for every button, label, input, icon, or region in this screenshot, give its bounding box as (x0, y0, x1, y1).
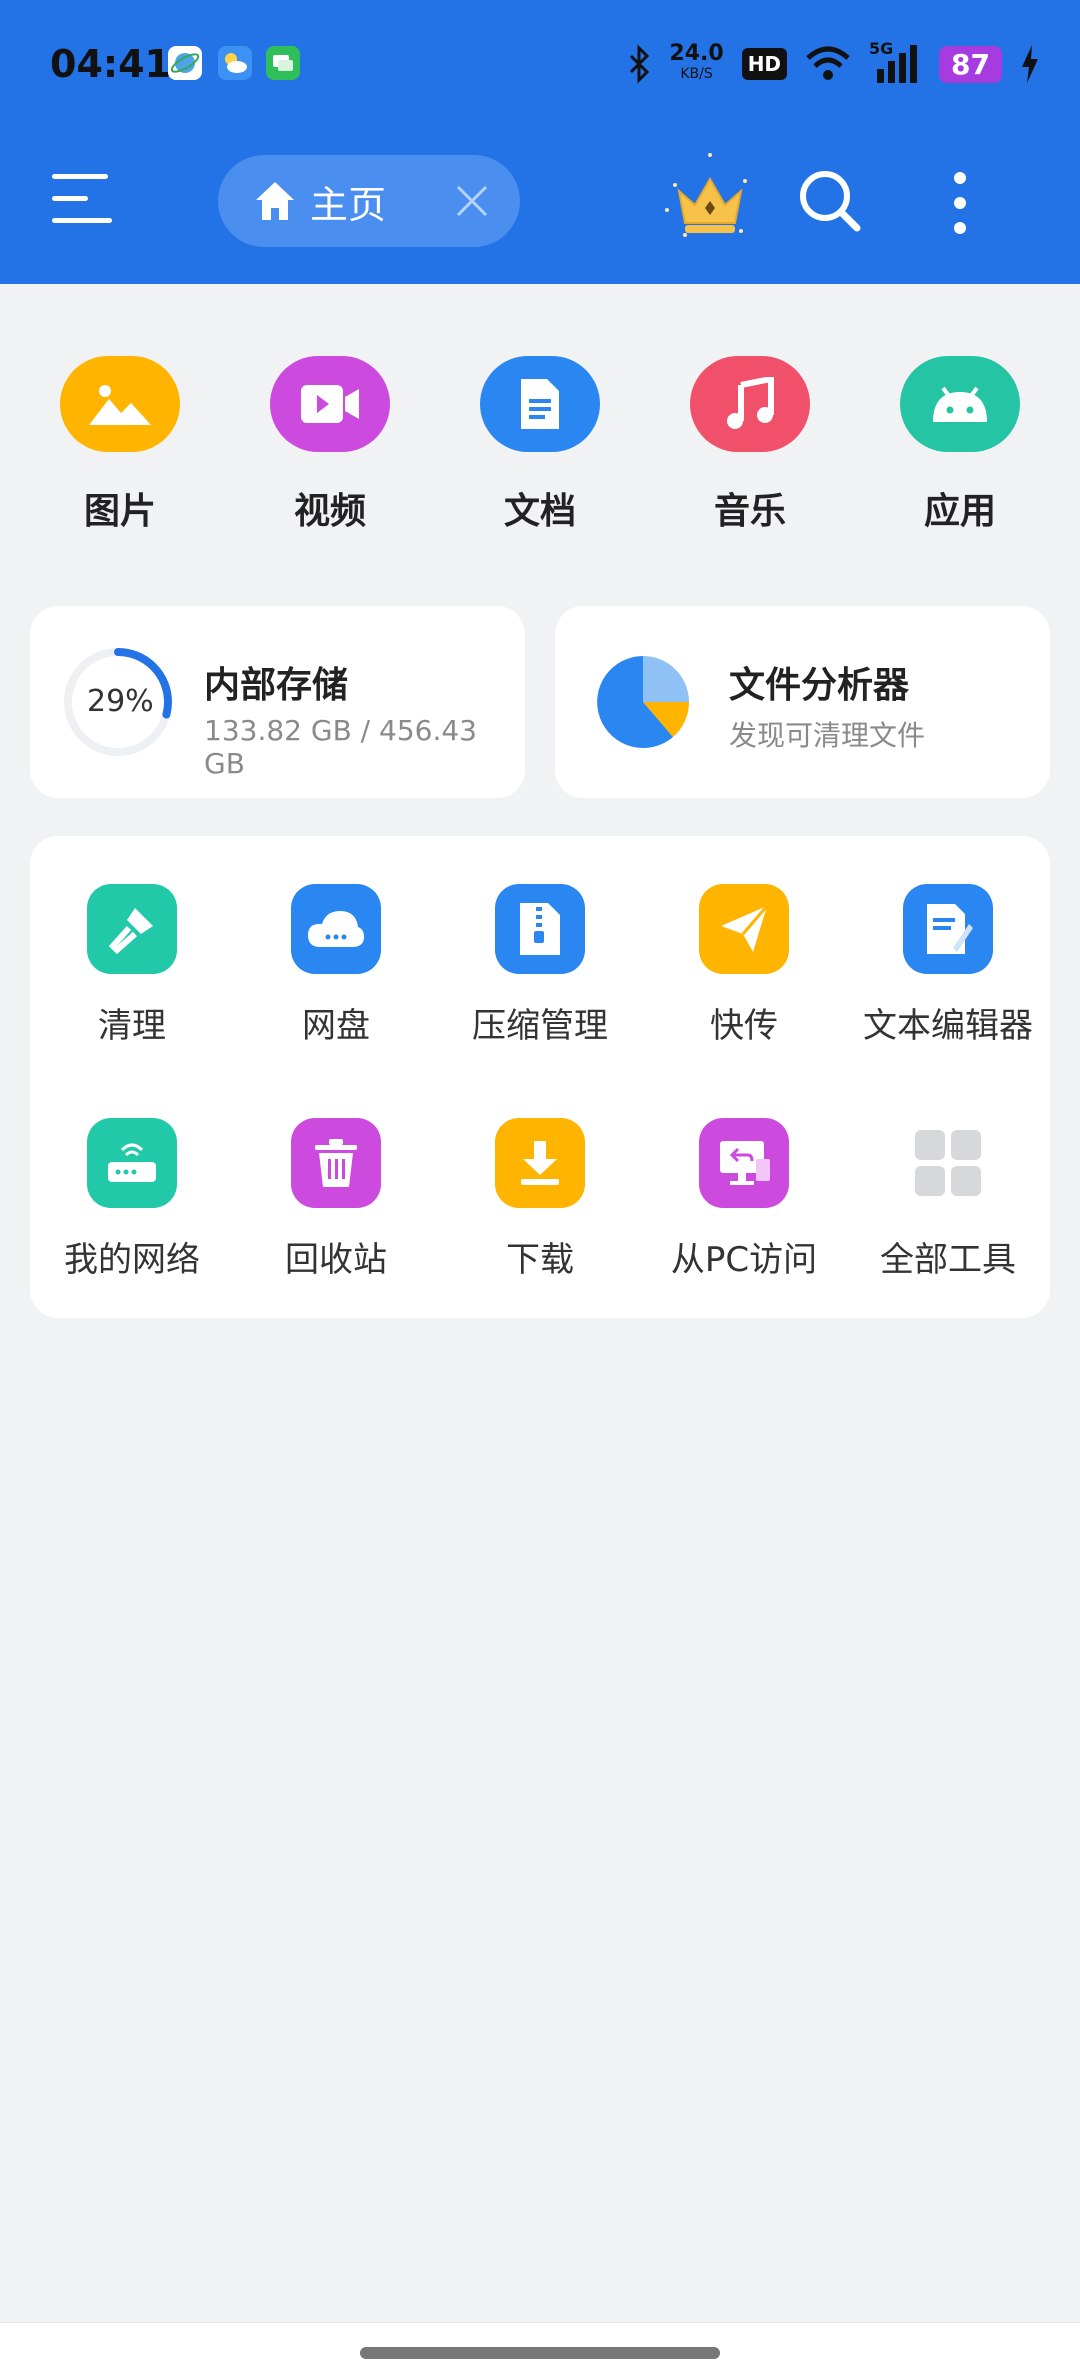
tool-label: 下载 (506, 1240, 574, 1280)
tool-label: 我的网络 (64, 1240, 200, 1280)
tab-home[interactable]: 主页 (218, 155, 520, 247)
bluetooth-icon (630, 44, 650, 84)
category-images[interactable]: 图片 (40, 356, 200, 534)
category-videos[interactable]: 视频 (250, 356, 410, 534)
crown-icon[interactable] (655, 145, 765, 255)
cellular-signal: 5G (869, 39, 921, 85)
charging-icon (1022, 45, 1038, 83)
zip-file-icon (495, 884, 585, 974)
tool-access-from-pc[interactable]: 从PC访问 (642, 1118, 846, 1281)
tool-clean[interactable]: 清理 (30, 884, 234, 1047)
cloud-drive-icon (291, 884, 381, 974)
internal-storage-card[interactable]: 29% 内部存储 133.82 GB / 456.43 GB (30, 606, 525, 798)
category-documents[interactable]: 文档 (460, 356, 620, 534)
browser-notification-icon (168, 46, 202, 80)
storage-usage: 133.82 GB / 456.43 GB (204, 714, 477, 780)
tool-label: 全部工具 (880, 1240, 1016, 1280)
tool-downloads[interactable]: 下载 (438, 1118, 642, 1281)
tab-home-label: 主页 (310, 182, 387, 227)
battery-level: 87 (939, 45, 1002, 83)
analyzer-subtitle: 发现可清理文件 (729, 719, 926, 752)
tool-quick-transfer[interactable]: 快传 (642, 884, 846, 1047)
paper-plane-icon (699, 884, 789, 974)
tool-label: 清理 (98, 1006, 166, 1046)
gesture-nav-bar (0, 2322, 1080, 2377)
category-apps[interactable]: 应用 (880, 356, 1040, 534)
analyzer-title: 文件分析器 (729, 665, 910, 706)
category-label: 音乐 (713, 491, 786, 532)
tool-label: 文本编辑器 (863, 1006, 1033, 1046)
video-icon (270, 356, 390, 452)
category-label: 图片 (83, 491, 156, 532)
document-icon (480, 356, 600, 452)
tool-text-editor[interactable]: 文本编辑器 (846, 884, 1050, 1047)
more-vertical-icon[interactable] (945, 168, 975, 238)
home-icon (256, 182, 294, 220)
pie-chart-icon (597, 656, 690, 748)
tool-all-tools[interactable]: 全部工具 (846, 1118, 1050, 1281)
tool-label: 网盘 (302, 1006, 370, 1046)
storage-title: 内部存储 (204, 665, 349, 706)
broom-icon (87, 884, 177, 974)
category-label: 视频 (293, 491, 366, 532)
hamburger-menu-icon[interactable] (52, 174, 112, 226)
file-analyzer-card[interactable]: 文件分析器 发现可清理文件 (555, 606, 1050, 798)
tool-label: 回收站 (285, 1240, 387, 1280)
category-label: 文档 (503, 491, 576, 532)
status-time: 04:41 (50, 42, 171, 86)
messages-notification-icon (266, 46, 300, 80)
tool-label: 快传 (710, 1006, 778, 1046)
download-icon (495, 1118, 585, 1208)
network-speed-value: 24.0 (669, 41, 724, 66)
router-icon (87, 1118, 177, 1208)
tool-cloud-drive[interactable]: 网盘 (234, 884, 438, 1047)
tool-zip-manager[interactable]: 压缩管理 (438, 884, 642, 1047)
android-icon (900, 356, 1020, 452)
category-row: 图片 视频 文档 音乐 应用 (0, 356, 1080, 536)
music-icon (690, 356, 810, 452)
close-icon[interactable] (452, 181, 492, 221)
grid-icon (903, 1118, 993, 1208)
network-speed-unit: KB/S (680, 66, 713, 82)
search-icon[interactable] (795, 166, 865, 236)
signal-bars-icon (877, 45, 918, 83)
app-header: 04:41 24.0 KB/S HD 5G 87 主页 (0, 0, 1080, 284)
trash-icon (291, 1118, 381, 1208)
status-bar: 04:41 24.0 KB/S HD 5G 87 (0, 0, 1080, 130)
weather-notification-icon (218, 46, 252, 80)
tool-recycle-bin[interactable]: 回收站 (234, 1118, 438, 1281)
category-label: 应用 (923, 491, 996, 532)
image-icon (60, 356, 180, 452)
tool-label: 压缩管理 (472, 1006, 608, 1046)
tool-label: 从PC访问 (670, 1240, 818, 1280)
category-music[interactable]: 音乐 (670, 356, 830, 534)
tools-panel: 清理 网盘 压缩管理 快传 文本编辑器 我的网络 回收站 下载 从PC访问 全部… (30, 836, 1050, 1318)
text-edit-icon (903, 884, 993, 974)
network-speed: 24.0 KB/S (669, 41, 724, 84)
storage-percent: 29% (87, 684, 154, 719)
pc-access-icon (699, 1118, 789, 1208)
status-icons: 24.0 KB/S HD 5G 87 (627, 39, 1040, 88)
home-gesture-handle[interactable] (360, 2347, 720, 2359)
wifi-icon (806, 46, 850, 80)
tool-my-network[interactable]: 我的网络 (30, 1118, 234, 1281)
hd-badge: HD (741, 48, 788, 80)
